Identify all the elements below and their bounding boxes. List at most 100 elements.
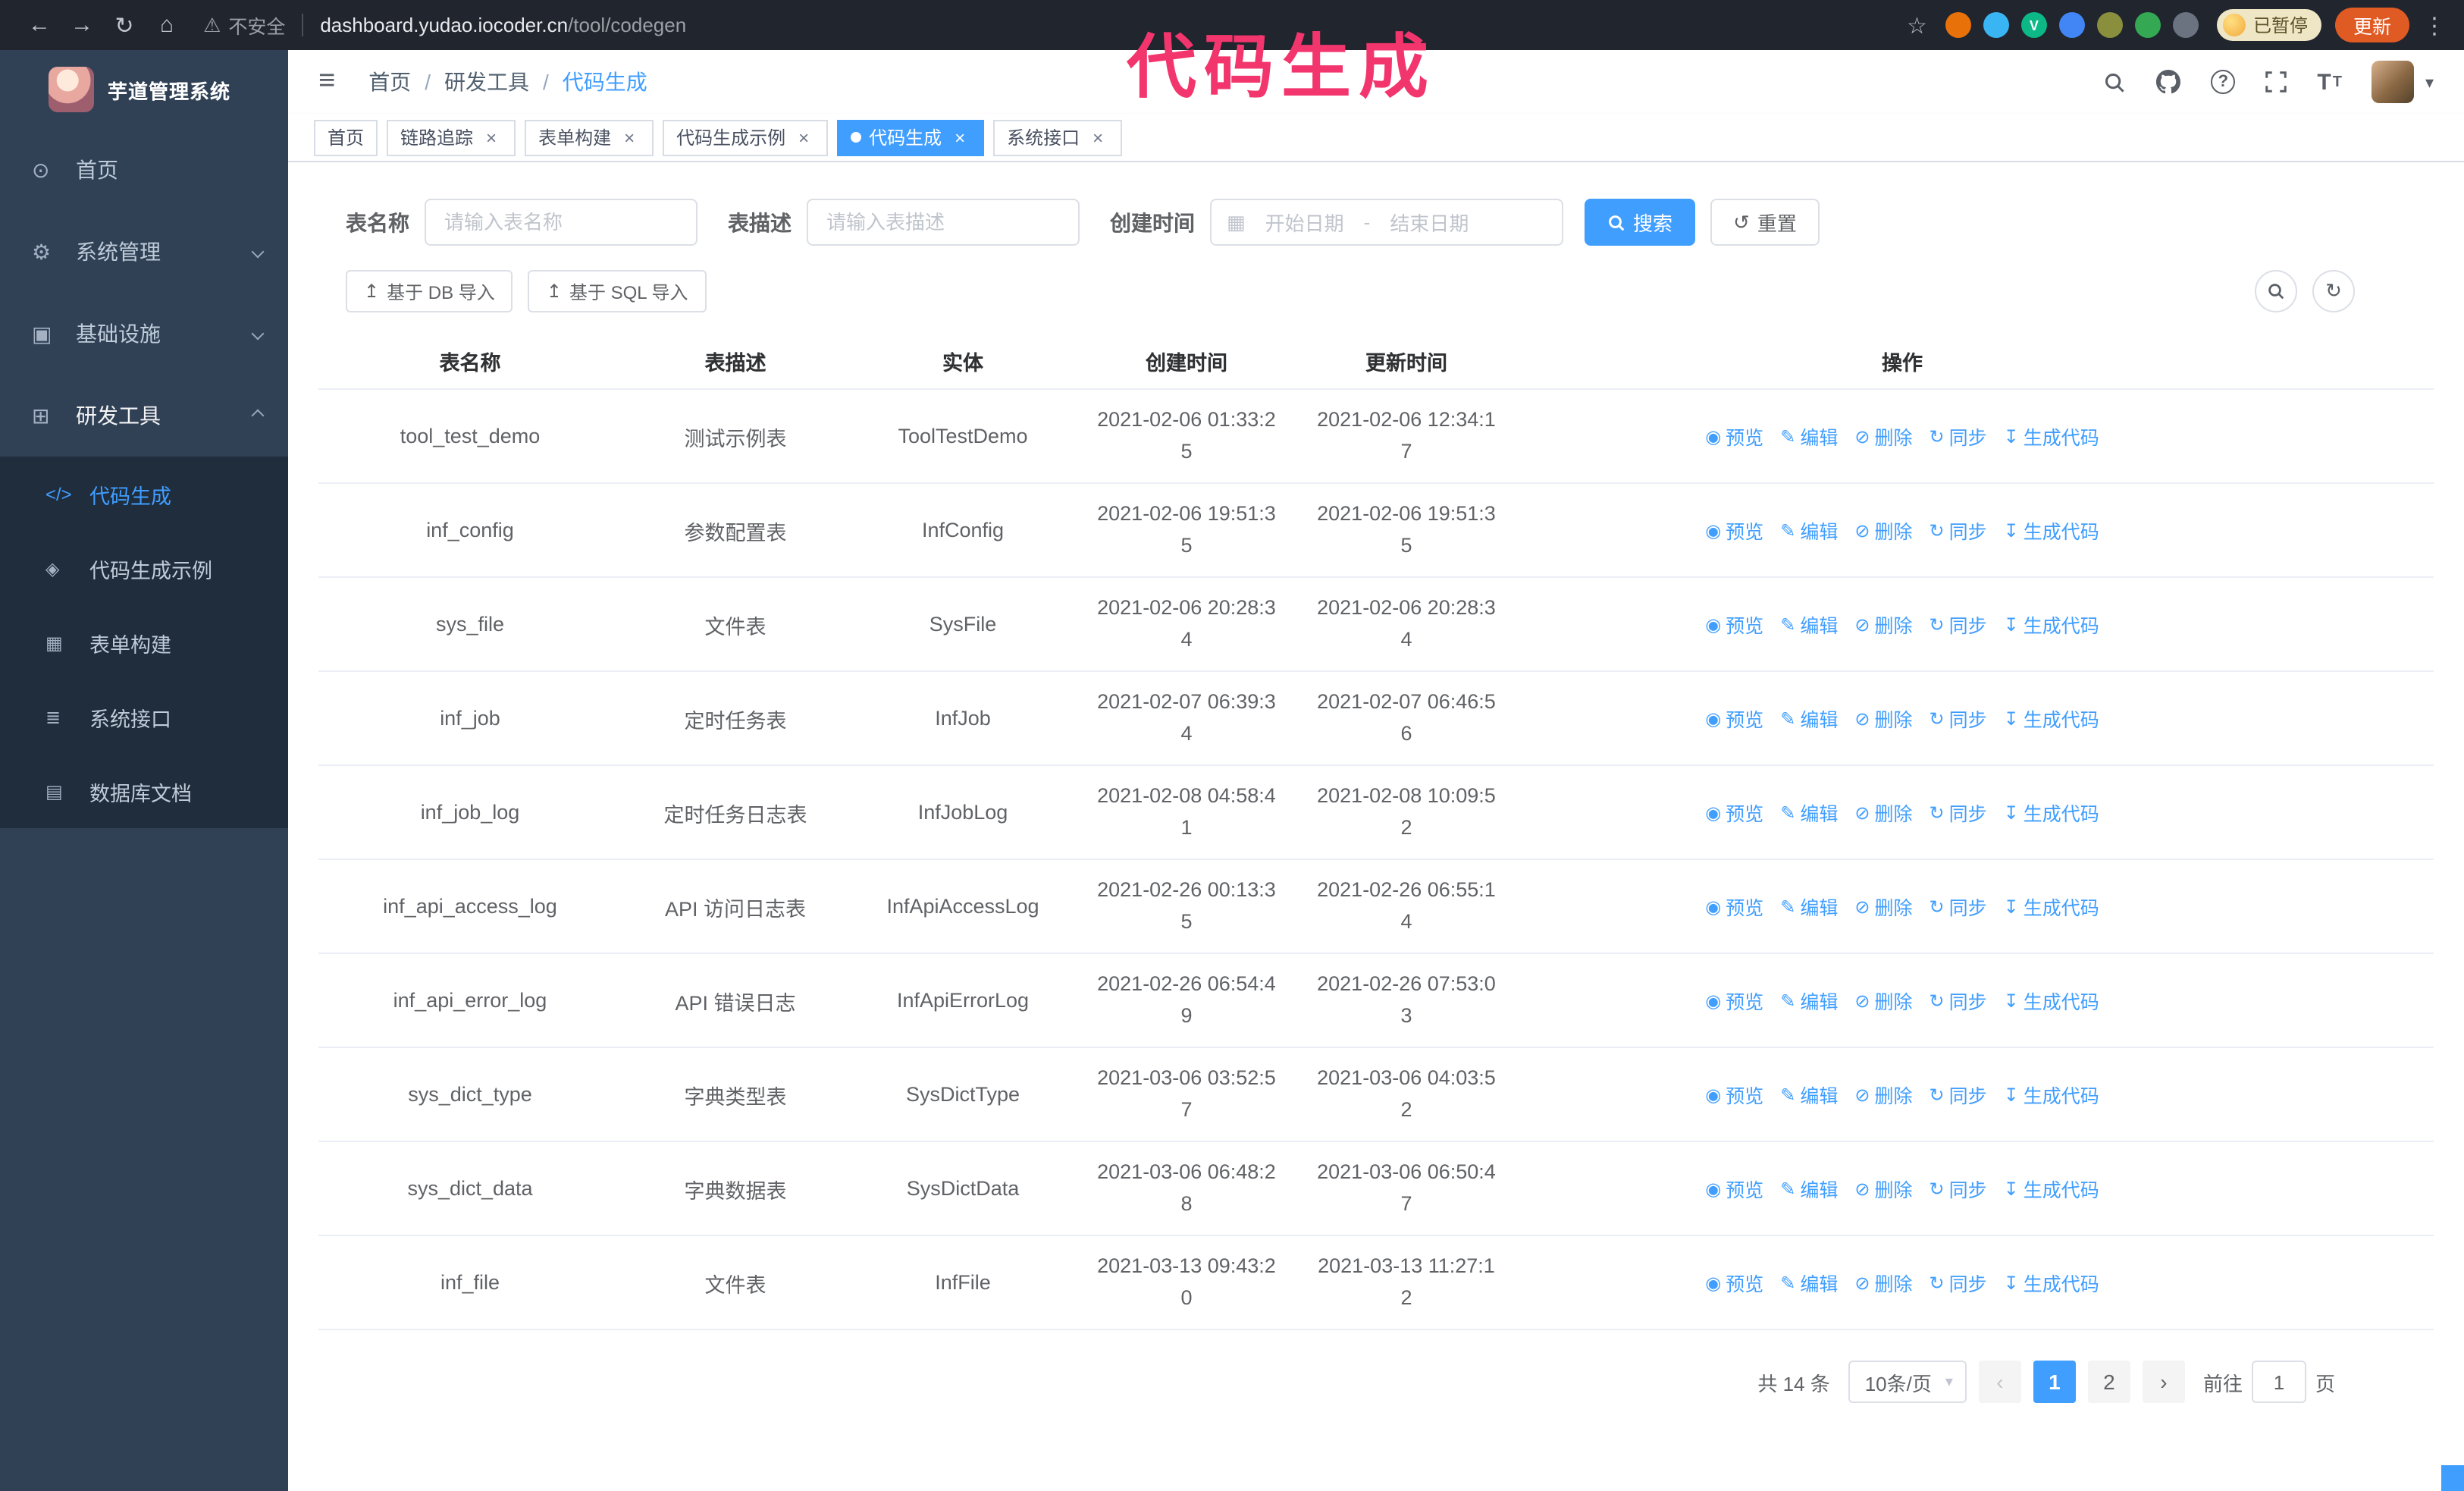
action-preview-link[interactable]: ◉ 预览 xyxy=(1705,422,1763,450)
extension-blue-drop-icon[interactable] xyxy=(1983,12,2009,38)
breadcrumb-devtools[interactable]: 研发工具 xyxy=(444,67,529,97)
action-sync-link[interactable]: ↻ 同步 xyxy=(1930,892,1987,921)
action-preview-link[interactable]: ◉ 预览 xyxy=(1705,1174,1763,1203)
action-preview-link[interactable]: ◉ 预览 xyxy=(1705,892,1763,921)
action-generate-link[interactable]: ↧ 生成代码 xyxy=(2004,1268,2099,1297)
kebab-menu-icon[interactable]: ⋮ xyxy=(2423,11,2446,39)
action-delete-link[interactable]: ⊘ 删除 xyxy=(1854,986,1912,1015)
close-icon[interactable]: × xyxy=(1087,127,1108,148)
tab-codegen[interactable]: 代码生成 × xyxy=(837,119,985,155)
action-edit-link[interactable]: ✎ 编辑 xyxy=(1780,1268,1838,1297)
back-icon[interactable]: ← xyxy=(18,12,61,38)
action-preview-link[interactable]: ◉ 预览 xyxy=(1705,798,1763,827)
tab-home[interactable]: 首页 xyxy=(314,119,378,155)
toggle-search-button[interactable] xyxy=(2255,270,2297,312)
tab-form-builder[interactable]: 表单构建 × xyxy=(525,119,654,155)
sidebar-subitem-form-builder[interactable]: ▦ 表单构建 xyxy=(0,605,288,680)
goto-page-input[interactable] xyxy=(2251,1361,2306,1403)
app-logo[interactable]: 芋道管理系统 xyxy=(0,50,288,129)
action-sync-link[interactable]: ↻ 同步 xyxy=(1930,986,1987,1015)
table-desc-input[interactable] xyxy=(807,199,1080,246)
sidebar-item-devtools[interactable]: ⊞ 研发工具 xyxy=(0,375,288,457)
close-icon[interactable]: × xyxy=(481,127,502,148)
refresh-button[interactable]: ↻ xyxy=(2312,270,2355,312)
action-sync-link[interactable]: ↻ 同步 xyxy=(1930,516,1987,545)
action-delete-link[interactable]: ⊘ 删除 xyxy=(1854,1174,1912,1203)
action-generate-link[interactable]: ↧ 生成代码 xyxy=(2004,704,2099,733)
page-2-button[interactable]: 2 xyxy=(2087,1361,2130,1403)
sidebar-subitem-codegen-example[interactable]: ◈ 代码生成示例 xyxy=(0,531,288,605)
action-sync-link[interactable]: ↻ 同步 xyxy=(1930,422,1987,450)
action-generate-link[interactable]: ↧ 生成代码 xyxy=(2004,1080,2099,1109)
page-size-select[interactable]: 10条/页 ▾ xyxy=(1848,1361,1967,1403)
action-generate-link[interactable]: ↧ 生成代码 xyxy=(2004,892,2099,921)
action-sync-link[interactable]: ↻ 同步 xyxy=(1930,704,1987,733)
user-avatar[interactable] xyxy=(2372,61,2415,103)
github-icon[interactable] xyxy=(2156,70,2181,94)
close-icon[interactable]: × xyxy=(793,127,814,148)
help-icon[interactable]: ? xyxy=(2211,70,2236,94)
action-generate-link[interactable]: ↧ 生成代码 xyxy=(2004,798,2099,827)
extension-puzzle-icon[interactable] xyxy=(2172,12,2199,38)
action-preview-link[interactable]: ◉ 预览 xyxy=(1705,610,1763,639)
home-icon[interactable]: ⌂ xyxy=(146,12,188,38)
corner-widget[interactable] xyxy=(2441,1465,2464,1491)
action-generate-link[interactable]: ↧ 生成代码 xyxy=(2004,422,2099,450)
reset-button[interactable]: ↺ 重置 xyxy=(1710,199,1820,246)
action-edit-link[interactable]: ✎ 编辑 xyxy=(1780,610,1838,639)
action-preview-link[interactable]: ◉ 预览 xyxy=(1705,516,1763,545)
prev-page-button[interactable]: ‹ xyxy=(1978,1361,2021,1403)
close-icon[interactable]: × xyxy=(949,127,970,148)
table-name-input[interactable] xyxy=(425,199,698,246)
extension-green-leaf-icon[interactable] xyxy=(2134,12,2161,38)
action-delete-link[interactable]: ⊘ 删除 xyxy=(1854,516,1912,545)
page-1-button[interactable]: 1 xyxy=(2033,1361,2076,1403)
action-preview-link[interactable]: ◉ 预览 xyxy=(1705,704,1763,733)
action-delete-link[interactable]: ⊘ 删除 xyxy=(1854,704,1912,733)
action-edit-link[interactable]: ✎ 编辑 xyxy=(1780,892,1838,921)
action-preview-link[interactable]: ◉ 预览 xyxy=(1705,1080,1763,1109)
search-button[interactable]: 搜索 xyxy=(1585,199,1696,246)
tab-tracer[interactable]: 链路追踪 × xyxy=(387,119,516,155)
action-sync-link[interactable]: ↻ 同步 xyxy=(1930,610,1987,639)
extension-orange-icon[interactable] xyxy=(1945,12,1971,38)
action-preview-link[interactable]: ◉ 预览 xyxy=(1705,1268,1763,1297)
action-sync-link[interactable]: ↻ 同步 xyxy=(1930,1174,1987,1203)
action-delete-link[interactable]: ⊘ 删除 xyxy=(1854,1080,1912,1109)
breadcrumb-home[interactable]: 首页 xyxy=(368,67,411,97)
forward-icon[interactable]: → xyxy=(61,12,103,38)
close-icon[interactable]: × xyxy=(619,127,640,148)
extension-green-v-icon[interactable]: V xyxy=(2020,12,2047,38)
action-edit-link[interactable]: ✎ 编辑 xyxy=(1780,516,1838,545)
extension-blue-grid-icon[interactable] xyxy=(2058,12,2085,38)
bookmark-star-icon[interactable]: ☆ xyxy=(1907,11,1927,39)
tab-api[interactable]: 系统接口 × xyxy=(993,119,1123,155)
sidebar-item-infra[interactable]: ▣ 基础设施 xyxy=(0,293,288,375)
action-generate-link[interactable]: ↧ 生成代码 xyxy=(2004,1174,2099,1203)
action-edit-link[interactable]: ✎ 编辑 xyxy=(1780,422,1838,450)
avatar-caret-icon[interactable]: ▾ xyxy=(2425,72,2434,92)
action-edit-link[interactable]: ✎ 编辑 xyxy=(1780,1080,1838,1109)
next-page-button[interactable]: › xyxy=(2142,1361,2185,1403)
url-bar[interactable]: dashboard.yudao.iocoder.cn/tool/codegen xyxy=(320,14,686,36)
sidebar-subitem-api[interactable]: ≣ 系统接口 xyxy=(0,680,288,754)
action-edit-link[interactable]: ✎ 编辑 xyxy=(1780,1174,1838,1203)
action-sync-link[interactable]: ↻ 同步 xyxy=(1930,798,1987,827)
action-generate-link[interactable]: ↧ 生成代码 xyxy=(2004,516,2099,545)
action-edit-link[interactable]: ✎ 编辑 xyxy=(1780,986,1838,1015)
hamburger-icon[interactable]: ≡ xyxy=(309,65,344,99)
action-sync-link[interactable]: ↻ 同步 xyxy=(1930,1080,1987,1109)
action-preview-link[interactable]: ◉ 预览 xyxy=(1705,986,1763,1015)
action-edit-link[interactable]: ✎ 编辑 xyxy=(1780,704,1838,733)
action-edit-link[interactable]: ✎ 编辑 xyxy=(1780,798,1838,827)
font-size-icon[interactable]: TT xyxy=(2317,69,2342,95)
action-generate-link[interactable]: ↧ 生成代码 xyxy=(2004,610,2099,639)
tab-codegen-example[interactable]: 代码生成示例 × xyxy=(663,119,829,155)
action-delete-link[interactable]: ⊘ 删除 xyxy=(1854,1268,1912,1297)
action-delete-link[interactable]: ⊘ 删除 xyxy=(1854,610,1912,639)
sidebar-subitem-db-doc[interactable]: ▤ 数据库文档 xyxy=(0,754,288,828)
search-icon[interactable] xyxy=(2103,71,2126,93)
date-range-picker[interactable]: ▦ 开始日期 - 结束日期 xyxy=(1210,199,1563,246)
chrome-update-button[interactable]: 更新 xyxy=(2334,8,2409,42)
sidebar-subitem-codegen[interactable]: </> 代码生成 xyxy=(0,457,288,531)
